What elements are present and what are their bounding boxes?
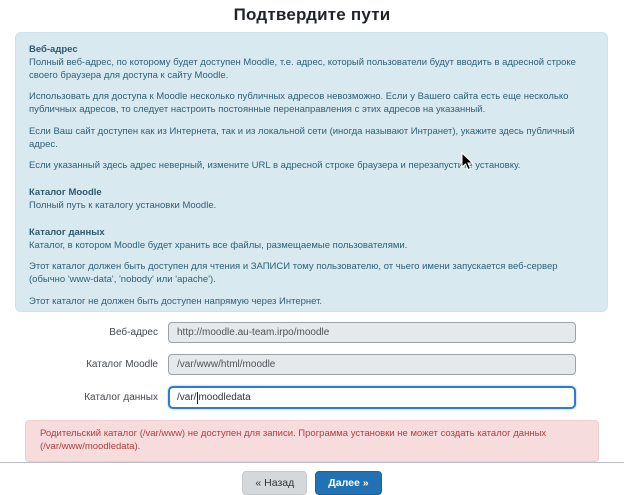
field-row-moodle-directory: Каталог Moodle bbox=[0, 354, 624, 375]
data-directory-input[interactable]: /var/moodledata bbox=[168, 386, 576, 409]
paths-form: Веб-адрес Каталог Moodle Каталог данных … bbox=[0, 322, 624, 409]
info-paragraph: Если Ваш сайт доступен как из Интернета,… bbox=[29, 125, 594, 151]
info-paragraph: Этот каталог не должен быть доступен нап… bbox=[29, 295, 594, 308]
wizard-navigation: « Назад Далее » bbox=[0, 471, 624, 495]
info-paragraph: Каталог, в котором Moodle будет хранить … bbox=[29, 239, 594, 252]
data-directory-value-after-caret: moodledata bbox=[198, 392, 250, 403]
info-heading-moodle-directory: Каталог Moodle bbox=[29, 186, 594, 199]
info-heading-data-directory: Каталог данных bbox=[29, 226, 594, 239]
info-section-data-directory: Каталог данных Каталог, в котором Moodle… bbox=[29, 226, 594, 312]
data-directory-value-before-caret: /var/ bbox=[177, 392, 196, 403]
field-row-web-address: Веб-адрес bbox=[0, 322, 624, 343]
web-address-input[interactable] bbox=[168, 322, 576, 343]
paths-info-box: Веб-адрес Полный веб-адрес, по которому … bbox=[15, 32, 608, 312]
info-section-web-address: Веб-адрес Полный веб-адрес, по которому … bbox=[29, 43, 594, 172]
next-button[interactable]: Далее » bbox=[315, 471, 381, 495]
error-message: Родительский каталог (/var/www) не досту… bbox=[40, 428, 546, 452]
moodle-directory-input[interactable] bbox=[168, 354, 576, 375]
back-button[interactable]: « Назад bbox=[242, 471, 307, 495]
page-title: Подтвердите пути bbox=[0, 0, 624, 25]
info-paragraph: Использовать для доступа к Moodle нескол… bbox=[29, 90, 594, 116]
bottom-divider bbox=[0, 462, 624, 463]
web-address-label: Веб-адрес bbox=[0, 327, 158, 338]
data-directory-label: Каталог данных bbox=[0, 392, 158, 403]
info-paragraph: Если указанный здесь адрес неверный, изм… bbox=[29, 159, 594, 172]
info-heading-web-address: Веб-адрес bbox=[29, 43, 594, 56]
info-paragraph: Полный веб-адрес, по которому будет дост… bbox=[29, 56, 594, 82]
info-paragraph: Этот каталог должен быть доступен для чт… bbox=[29, 260, 594, 286]
info-paragraph: Полный путь к каталогу установки Moodle. bbox=[29, 199, 594, 212]
moodle-directory-label: Каталог Moodle bbox=[0, 359, 158, 370]
error-alert: Родительский каталог (/var/www) не досту… bbox=[25, 420, 599, 462]
field-row-data-directory: Каталог данных /var/moodledata bbox=[0, 386, 624, 409]
info-section-moodle-directory: Каталог Moodle Полный путь к каталогу ус… bbox=[29, 186, 594, 212]
